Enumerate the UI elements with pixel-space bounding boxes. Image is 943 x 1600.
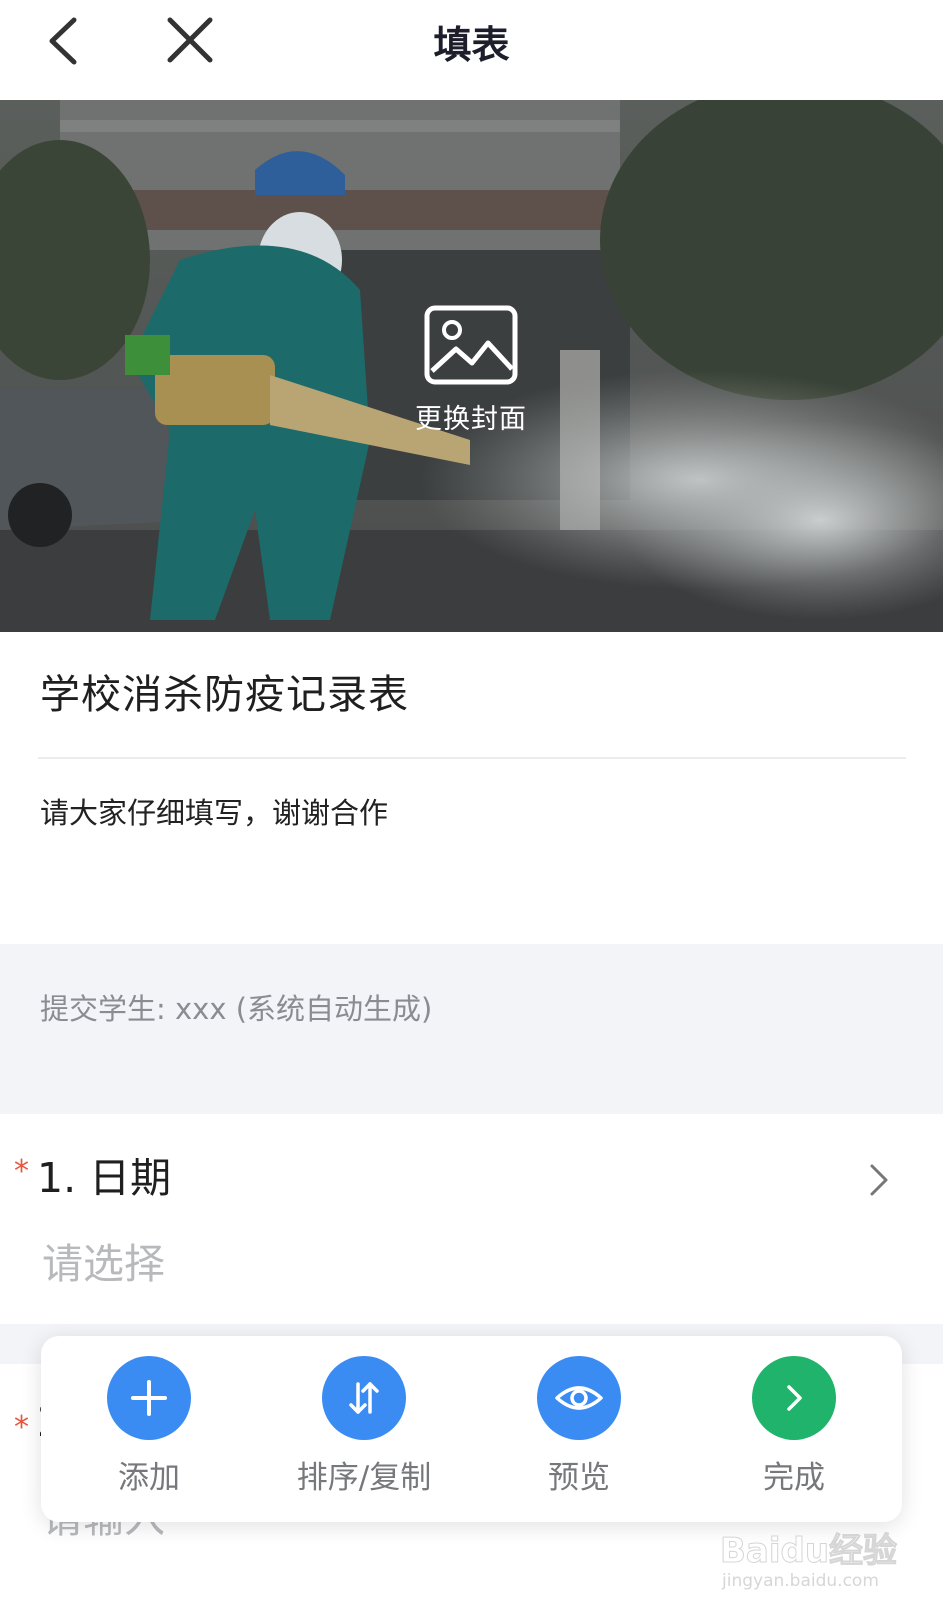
sort-circle (322, 1356, 406, 1440)
divider (38, 757, 906, 759)
eye-icon (555, 1386, 603, 1410)
preview-circle (537, 1356, 621, 1440)
chevron-right-icon[interactable] (864, 1160, 894, 1200)
watermark-subtext: jingyan.baidu.com (721, 1571, 879, 1591)
preview-label: 预览 (548, 1460, 610, 1496)
question-date[interactable]: * 1. 日期 请选择 (0, 1114, 943, 1324)
add-button[interactable]: 添加 (59, 1356, 239, 1497)
watermark-text: Baidu经验 (720, 1531, 897, 1571)
plus-icon (131, 1380, 167, 1416)
change-cover-button[interactable]: 更换封面 (400, 305, 542, 436)
top-bar: 填表 (0, 0, 943, 100)
system-field-section: 提交学生: xxx (系统自动生成) (0, 944, 943, 1114)
date-picker-placeholder[interactable]: 请选择 (42, 1230, 165, 1290)
add-circle (107, 1356, 191, 1440)
done-circle (752, 1356, 836, 1440)
cover-image: 更换封面 (0, 100, 943, 632)
preview-button[interactable]: 预览 (489, 1356, 669, 1497)
chevron-right-icon (787, 1385, 802, 1411)
change-cover-label: 更换封面 (415, 404, 527, 435)
sort-copy-label: 排序/复制 (296, 1460, 432, 1496)
form-title[interactable]: 学校消杀防疫记录表 (40, 662, 409, 720)
floating-toolbar: 添加 排序/复制 预览 完成 (41, 1336, 902, 1522)
done-button[interactable]: 完成 (704, 1356, 884, 1497)
baidu-jingyan-watermark: Baidu经验 jingyan.baidu.com (720, 1531, 898, 1592)
system-field-text: 提交学生: xxx (系统自动生成) (40, 992, 433, 1026)
sort-icon (349, 1382, 379, 1414)
required-mark: * (14, 1410, 29, 1445)
page-title: 填表 (433, 23, 510, 67)
form-description[interactable]: 请大家仔细填写，谢谢合作 (40, 790, 388, 832)
required-mark: * (14, 1154, 29, 1189)
sort-copy-button[interactable]: 排序/复制 (274, 1356, 454, 1497)
add-label: 添加 (118, 1460, 180, 1496)
image-icon (424, 305, 518, 385)
done-label: 完成 (763, 1460, 825, 1496)
question-title: 1. 日期 (37, 1154, 172, 1202)
